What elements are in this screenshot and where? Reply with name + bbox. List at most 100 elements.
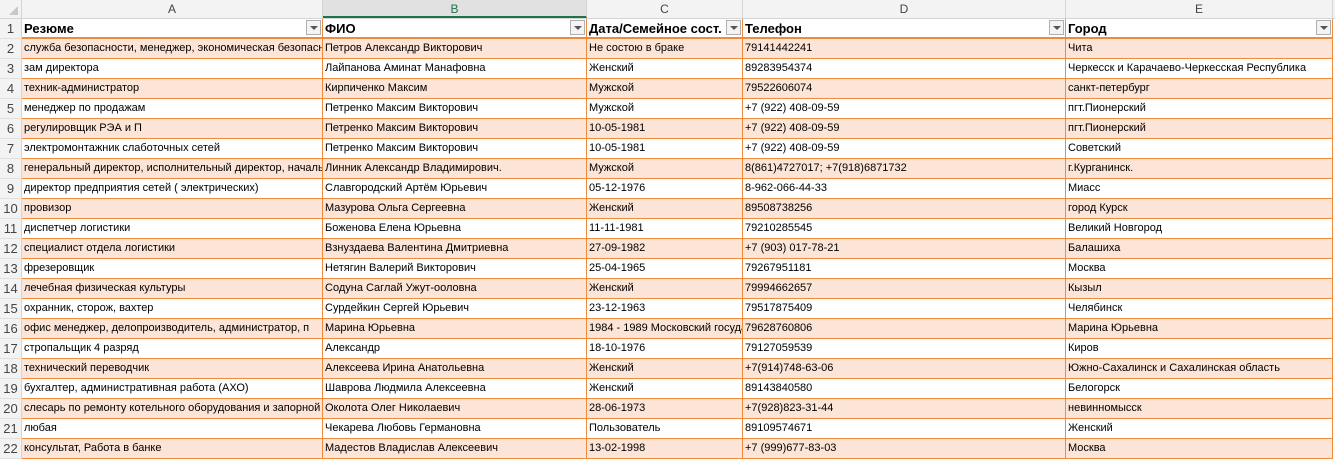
table-cell[interactable]: Мужской <box>587 99 743 119</box>
table-cell[interactable]: 8-962-066-44-33 <box>743 179 1066 199</box>
row-number[interactable]: 3 <box>0 59 22 79</box>
table-cell[interactable]: Нетягин Валерий Викторович <box>323 259 587 279</box>
table-cell[interactable]: техник-администратор <box>22 79 323 99</box>
row-number[interactable]: 5 <box>0 99 22 119</box>
table-cell[interactable]: Шаврова Людмила Алексеевна <box>323 379 587 399</box>
table-cell[interactable]: лечебная физическая культуры <box>22 279 323 299</box>
header-cell[interactable]: Телефон <box>743 19 1066 39</box>
table-cell[interactable]: Марина Юрьевна <box>1066 319 1333 339</box>
table-cell[interactable]: 27-09-1982 <box>587 239 743 259</box>
row-number[interactable]: 16 <box>0 319 22 339</box>
filter-dropdown-icon[interactable] <box>1316 20 1331 35</box>
table-cell[interactable]: Марина Юрьевна <box>323 319 587 339</box>
table-cell[interactable]: 10-05-1981 <box>587 139 743 159</box>
table-cell[interactable]: 79210285545 <box>743 219 1066 239</box>
table-cell[interactable]: Петренко Максим Викторович <box>323 139 587 159</box>
table-cell[interactable]: 89143840580 <box>743 379 1066 399</box>
table-cell[interactable]: Околота Олег Николаевич <box>323 399 587 419</box>
header-cell[interactable]: Город <box>1066 19 1333 39</box>
row-number[interactable]: 15 <box>0 299 22 319</box>
table-cell[interactable]: 10-05-1981 <box>587 119 743 139</box>
table-cell[interactable]: Взнуздаева Валентина Дмитриевна <box>323 239 587 259</box>
table-cell[interactable]: Женский <box>587 359 743 379</box>
table-cell[interactable]: 79267951181 <box>743 259 1066 279</box>
table-cell[interactable]: Содуна Саглай Ужут-ооловна <box>323 279 587 299</box>
table-cell[interactable]: город Курск <box>1066 199 1333 219</box>
table-cell[interactable]: +7 (922) 408-09-59 <box>743 99 1066 119</box>
table-cell[interactable]: +7 (922) 408-09-59 <box>743 119 1066 139</box>
table-cell[interactable]: пгт.Пионерский <box>1066 99 1333 119</box>
table-cell[interactable]: регулировщик РЭА и П <box>22 119 323 139</box>
table-cell[interactable]: Южно-Сахалинск и Сахалинская область <box>1066 359 1333 379</box>
table-cell[interactable]: директор предприятия сетей ( электрическ… <box>22 179 323 199</box>
table-cell[interactable]: +7(928)823-31-44 <box>743 399 1066 419</box>
filter-dropdown-icon[interactable] <box>570 20 585 35</box>
table-cell[interactable]: 79517875409 <box>743 299 1066 319</box>
row-number[interactable]: 11 <box>0 219 22 239</box>
table-cell[interactable]: электромонтажник слаботочных сетей <box>22 139 323 159</box>
table-cell[interactable]: Славгородский Артём Юрьевич <box>323 179 587 199</box>
table-cell[interactable]: +7(914)748-63-06 <box>743 359 1066 379</box>
column-header-e[interactable]: E <box>1066 0 1333 18</box>
table-cell[interactable]: санкт-петербург <box>1066 79 1333 99</box>
table-cell[interactable]: Линник Александр Владимирович. <box>323 159 587 179</box>
table-cell[interactable]: менеджер по продажам <box>22 99 323 119</box>
table-cell[interactable]: 79628760806 <box>743 319 1066 339</box>
table-cell[interactable]: Сурдейкин Сергей Юрьевич <box>323 299 587 319</box>
column-header-d[interactable]: D <box>743 0 1066 18</box>
table-cell[interactable]: диспетчер логистики <box>22 219 323 239</box>
table-cell[interactable]: Боженова Елена Юрьевна <box>323 219 587 239</box>
table-cell[interactable]: Миасс <box>1066 179 1333 199</box>
table-cell[interactable]: технический переводчик <box>22 359 323 379</box>
column-header-a[interactable]: A <box>22 0 323 18</box>
table-cell[interactable]: Лайпанова Аминат Манафовна <box>323 59 587 79</box>
table-cell[interactable]: Алексеева Ирина Анатольевна <box>323 359 587 379</box>
table-cell[interactable]: бухгалтер, административная работа (АХО) <box>22 379 323 399</box>
column-header-c[interactable]: C <box>587 0 743 18</box>
table-cell[interactable]: 79127059539 <box>743 339 1066 359</box>
table-cell[interactable]: 1984 - 1989 Московский государственный <box>587 319 743 339</box>
row-number[interactable]: 10 <box>0 199 22 219</box>
table-cell[interactable]: слесарь по ремонту котельного оборудован… <box>22 399 323 419</box>
table-cell[interactable]: офис менеджер, делопроизводитель, админи… <box>22 319 323 339</box>
table-cell[interactable]: Женский <box>587 59 743 79</box>
table-cell[interactable]: консультат, Работа в банке <box>22 439 323 459</box>
table-cell[interactable]: +7 (999)677-83-03 <box>743 439 1066 459</box>
table-cell[interactable]: провизор <box>22 199 323 219</box>
table-cell[interactable]: Чекарева Любовь Германовна <box>323 419 587 439</box>
table-cell[interactable]: Советский <box>1066 139 1333 159</box>
table-cell[interactable]: Балашиха <box>1066 239 1333 259</box>
table-cell[interactable]: служба безопасности, менеджер, экономиче… <box>22 39 323 59</box>
table-cell[interactable]: Челябинск <box>1066 299 1333 319</box>
table-cell[interactable]: 89283954374 <box>743 59 1066 79</box>
row-number[interactable]: 22 <box>0 439 22 459</box>
table-cell[interactable]: любая <box>22 419 323 439</box>
table-cell[interactable]: специалист отдела логистики <box>22 239 323 259</box>
table-cell[interactable]: 79141442241 <box>743 39 1066 59</box>
table-cell[interactable]: Кызыл <box>1066 279 1333 299</box>
table-cell[interactable]: 79994662657 <box>743 279 1066 299</box>
table-cell[interactable]: 79522606074 <box>743 79 1066 99</box>
table-cell[interactable]: Петренко Максим Викторович <box>323 99 587 119</box>
table-cell[interactable]: стропальщик 4 разряд <box>22 339 323 359</box>
table-cell[interactable]: 89109574671 <box>743 419 1066 439</box>
table-cell[interactable]: Мужской <box>587 159 743 179</box>
row-number[interactable]: 9 <box>0 179 22 199</box>
header-cell[interactable]: Дата/Семейное сост. <box>587 19 743 39</box>
table-cell[interactable]: Александр <box>323 339 587 359</box>
table-cell[interactable]: генеральный директор, исполнительный дир… <box>22 159 323 179</box>
table-cell[interactable]: Женский <box>587 279 743 299</box>
select-all-corner[interactable] <box>0 0 22 18</box>
table-cell[interactable]: фрезеровщик <box>22 259 323 279</box>
table-cell[interactable]: охранник, сторож, вахтер <box>22 299 323 319</box>
table-cell[interactable]: Женский <box>587 379 743 399</box>
table-cell[interactable]: Женский <box>1066 419 1333 439</box>
table-cell[interactable]: Мазурова Ольга Сергеевна <box>323 199 587 219</box>
row-number[interactable]: 13 <box>0 259 22 279</box>
column-header-b[interactable]: B <box>323 0 587 18</box>
filter-dropdown-icon[interactable] <box>306 20 321 35</box>
row-number[interactable]: 4 <box>0 79 22 99</box>
table-cell[interactable]: 23-12-1963 <box>587 299 743 319</box>
table-cell[interactable]: Чита <box>1066 39 1333 59</box>
table-cell[interactable]: пгт.Пионерский <box>1066 119 1333 139</box>
